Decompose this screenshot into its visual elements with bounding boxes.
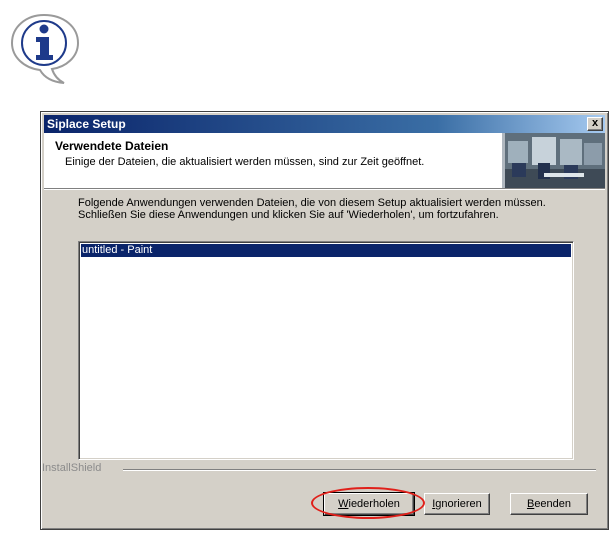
ignore-label: gnorieren: [435, 498, 482, 510]
instruction-text: Folgende Anwendungen verwenden Dateien, …: [78, 197, 546, 221]
retry-accesskey: W: [338, 498, 349, 510]
header-title: Verwendete Dateien: [55, 139, 169, 153]
retry-button[interactable]: Wiederholen: [323, 492, 415, 516]
cancel-button[interactable]: Beenden: [510, 493, 588, 515]
header-banner-image: [502, 133, 605, 188]
setup-dialog: Siplace Setup x Verwendete Dateien Einig…: [40, 111, 609, 530]
header-subtitle: Einige der Dateien, die aktualisiert wer…: [65, 156, 425, 168]
ignore-button[interactable]: Ignorieren: [424, 493, 490, 515]
header-panel: Verwendete Dateien Einige der Dateien, d…: [44, 133, 605, 189]
dialog-title: Siplace Setup: [47, 117, 126, 131]
retry-label: iederholen: [348, 498, 400, 510]
close-button[interactable]: x: [587, 117, 603, 131]
separator-line: [123, 469, 596, 471]
info-icon: [10, 13, 80, 84]
close-icon: x: [591, 117, 599, 129]
dialog-titlebar[interactable]: Siplace Setup x: [44, 115, 605, 133]
installshield-label: InstallShield: [42, 462, 105, 474]
cancel-label: eenden: [534, 498, 572, 510]
list-item[interactable]: untitled - Paint: [81, 244, 571, 257]
applications-listbox[interactable]: untitled - Paint: [78, 241, 574, 460]
